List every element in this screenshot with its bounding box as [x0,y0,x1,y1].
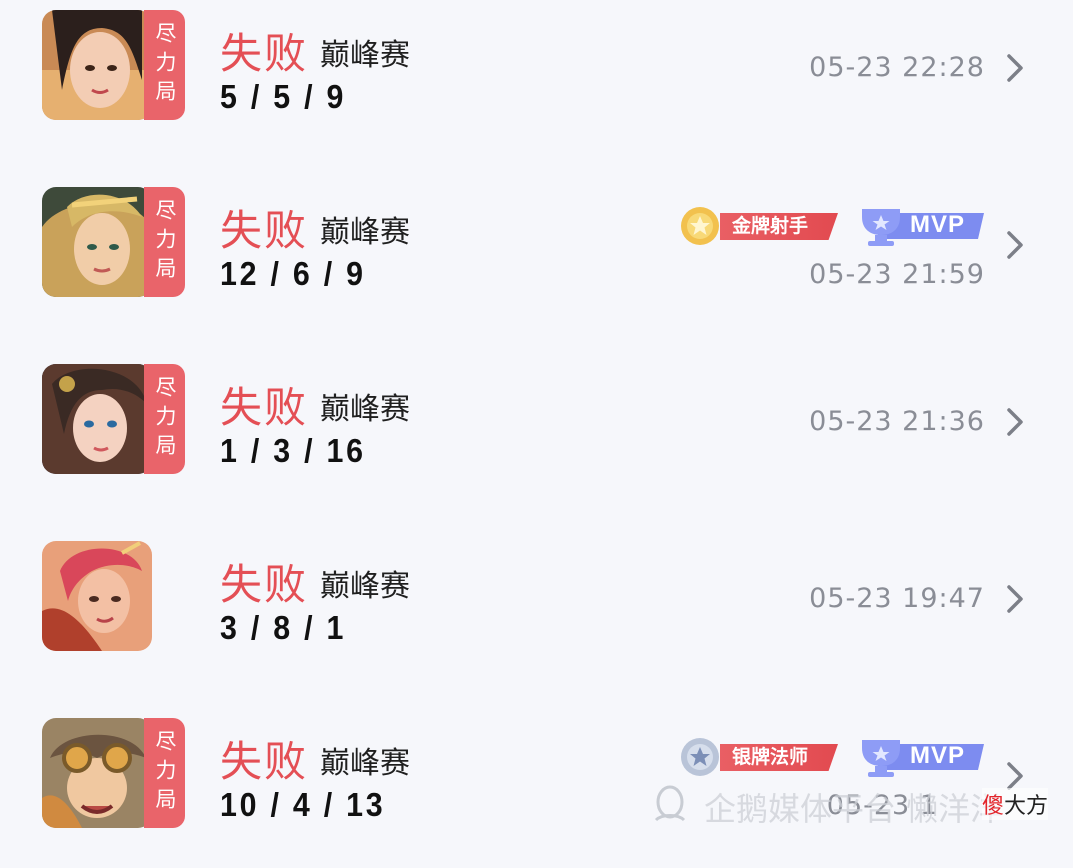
badge-label: 金牌射手 [720,213,838,240]
brand-highlight: 傻 [982,794,1005,819]
hero-avatar-group: 尽力局 [42,187,185,297]
silver-medal-icon [681,738,719,776]
match-result: 失败 [220,206,309,255]
penguin-icon [654,785,686,822]
effort-tag: 尽力局 [144,718,185,828]
chevron-right-icon[interactable] [1004,53,1026,83]
chevron-right-icon[interactable] [1004,230,1026,260]
match-row[interactable]: 尽力局 失败 巅峰赛 5 / 5 / 9 05-23 22:28 [0,10,1073,160]
kda-score: 3 / 8 / 1 [220,609,347,646]
hero-avatar [42,541,152,651]
match-row[interactable]: 失败 巅峰赛 3 / 8 / 1 05-23 19:47 [0,541,1073,691]
match-result: 失败 [220,29,309,78]
effort-tag: 尽力局 [144,364,185,474]
mvp-badge: MVP [858,736,990,778]
watermark-text: 企鹅媒体平台 懒洋洋 [704,790,1003,828]
effort-tag: 尽力局 [144,187,185,297]
match-history-list: 尽力局 失败 巅峰赛 5 / 5 / 9 05-23 22:28 尽力局 失败 … [0,0,1073,839]
hero-avatar [42,718,152,828]
hero-avatar [42,187,152,297]
kda-score: 10 / 4 / 13 [220,786,386,823]
hero-avatar-group: 尽力局 [42,364,185,474]
mvp-label: MVP [910,211,966,238]
effort-tag: 尽力局 [144,10,185,120]
chevron-right-icon[interactable] [1004,407,1026,437]
kda-score: 1 / 3 / 16 [220,432,366,469]
hero-avatar-group: 尽力局 [42,10,185,120]
match-mode: 巅峰赛 [320,215,410,250]
match-time: 05-23 21:36 [809,406,985,437]
match-time: 05-23 19:47 [809,583,985,614]
match-mode: 巅峰赛 [320,38,410,73]
kda-score: 12 / 6 / 9 [220,255,366,292]
match-result: 失败 [220,560,309,609]
gold-medal-icon [681,207,719,245]
hero-avatar [42,364,152,474]
match-time: 05-23 22:28 [809,52,985,83]
hero-avatar-group: 尽力局 [42,718,185,828]
gold-badge: 金牌射手 [676,205,841,247]
kda-score: 5 / 5 / 9 [220,78,347,115]
match-row[interactable]: 尽力局 失败 巅峰赛 1 / 3 / 16 05-23 21:36 [0,364,1073,514]
match-time: 05-23 21:59 [809,259,985,290]
hero-avatar [42,10,152,120]
mvp-badge: MVP [858,205,990,247]
mvp-label: MVP [910,742,966,769]
match-row[interactable]: 尽力局 失败 巅峰赛 12 / 6 / 9 金牌射手 MVP 05-23 21:… [0,187,1073,337]
chevron-right-icon[interactable] [1004,584,1026,614]
match-mode: 巅峰赛 [320,569,410,604]
match-mode: 巅峰赛 [320,392,410,427]
brand-rest: 大方 [1004,794,1049,819]
match-mode: 巅峰赛 [320,746,410,781]
match-result: 失败 [220,737,309,786]
brand-logo: 傻大方 [982,788,1049,820]
hero-avatar-group [42,541,185,651]
match-result: 失败 [220,383,309,432]
silver-badge: 银牌法师 [676,736,841,778]
badge-label: 银牌法师 [720,744,838,771]
